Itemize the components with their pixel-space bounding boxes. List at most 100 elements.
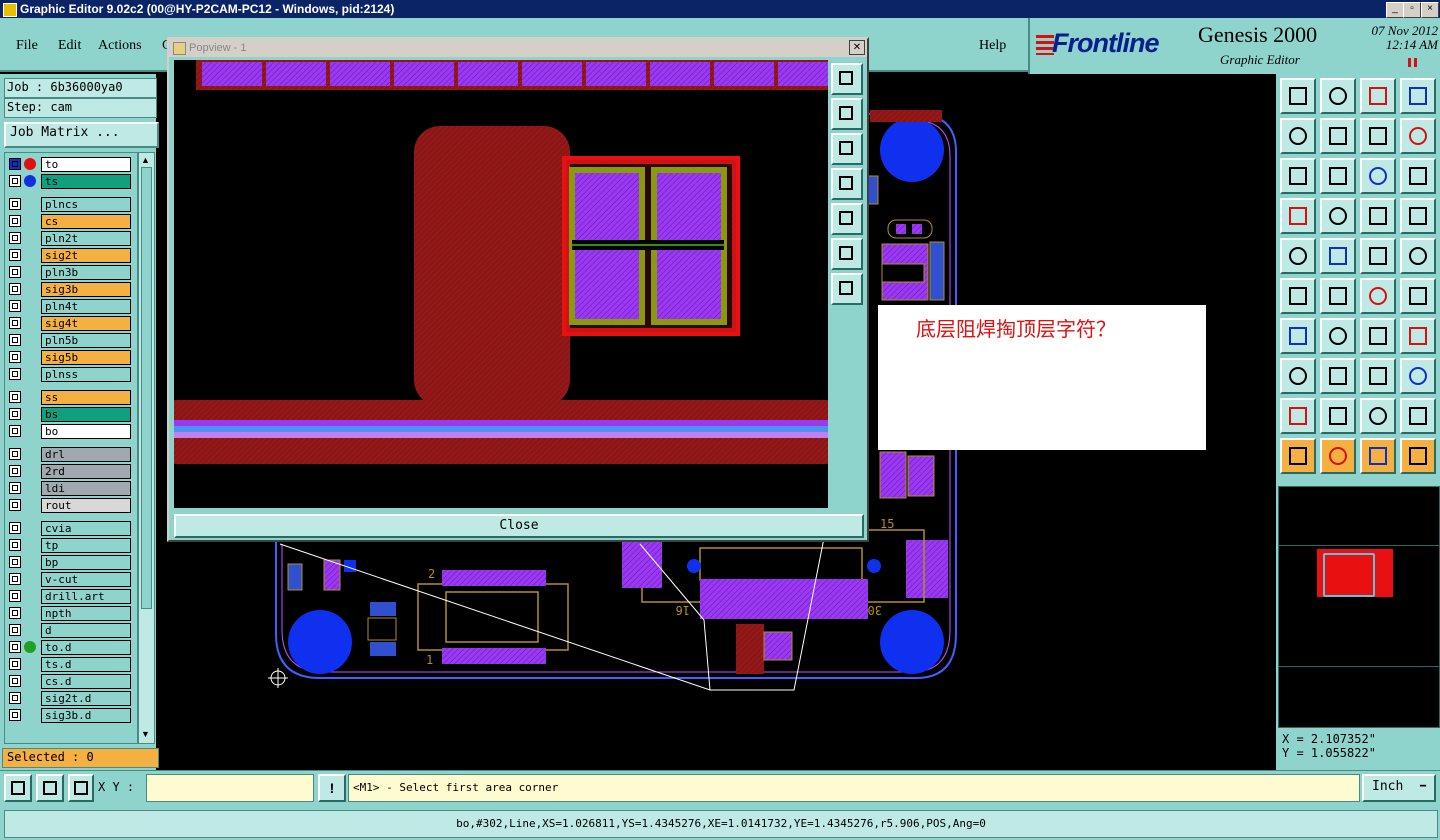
arrow-right-icon[interactable] xyxy=(1320,118,1356,154)
pan-icon[interactable] xyxy=(1320,158,1356,194)
layer-name[interactable]: ts xyxy=(41,174,131,189)
layer-name[interactable]: v-cut xyxy=(41,572,131,587)
select-pad-icon[interactable] xyxy=(1280,358,1316,394)
popview-title-bar[interactable]: Popview - 1 ✕ xyxy=(169,39,867,57)
layer-name[interactable]: sig5b xyxy=(41,350,131,365)
layer-name[interactable]: d xyxy=(41,623,131,638)
layer-name[interactable]: to xyxy=(41,157,131,172)
layer-list-scrollbar[interactable]: ▲ ▼ xyxy=(138,152,155,744)
layer-row[interactable]: pln4t xyxy=(9,299,131,314)
layer-name[interactable]: plncs xyxy=(41,197,131,212)
minimize-button[interactable]: _ xyxy=(1386,2,1404,18)
fit-icon[interactable] xyxy=(1360,358,1396,394)
layer-row[interactable]: bs xyxy=(9,407,131,422)
triangle-icon[interactable] xyxy=(1280,398,1316,434)
layer-checkbox[interactable] xyxy=(9,573,21,585)
layer-row[interactable]: rout xyxy=(9,498,131,513)
layer-row[interactable]: sig2t.d xyxy=(9,691,131,706)
layer-name[interactable]: bs xyxy=(41,407,131,422)
layer-name[interactable]: plnss xyxy=(41,367,131,382)
layer-checkbox[interactable] xyxy=(9,425,21,437)
job-matrix-button[interactable]: Job Matrix ... xyxy=(4,122,159,148)
layer-name[interactable]: sig2t xyxy=(41,248,131,263)
layer-name[interactable]: drl xyxy=(41,447,131,462)
scale-icon[interactable] xyxy=(1360,158,1396,194)
layer-checkbox[interactable] xyxy=(9,283,21,295)
layer-row[interactable]: cvia xyxy=(9,521,131,536)
layer-row[interactable]: bo xyxy=(9,424,131,439)
layers-icon[interactable] xyxy=(1360,198,1396,234)
angle-icon[interactable] xyxy=(1280,318,1316,354)
arrow-left-icon[interactable] xyxy=(1280,118,1316,154)
pad-tool-icon[interactable] xyxy=(1280,238,1316,274)
layer-row[interactable]: pln3b xyxy=(9,265,131,280)
layer-row[interactable]: sig3b.d xyxy=(9,708,131,723)
layer-row[interactable]: plncs xyxy=(9,197,131,212)
warning-icon[interactable]: ! xyxy=(318,774,346,802)
layer-checkbox[interactable] xyxy=(9,556,21,568)
layer-checkbox[interactable] xyxy=(9,175,21,187)
zoom-area-icon[interactable] xyxy=(1280,158,1316,194)
layer-row[interactable]: cs.d xyxy=(9,674,131,689)
arch-icon[interactable] xyxy=(1360,398,1396,434)
measure-tool-icon[interactable] xyxy=(1280,198,1316,234)
layer-checkbox[interactable] xyxy=(9,522,21,534)
rotate-icon[interactable] xyxy=(1360,318,1396,354)
layer-checkbox[interactable] xyxy=(9,391,21,403)
split-view-icon[interactable] xyxy=(1400,78,1436,114)
step-icon[interactable] xyxy=(1400,118,1436,154)
close-button[interactable]: Close xyxy=(174,514,864,538)
layer-name[interactable]: pln3b xyxy=(41,265,131,280)
zoom-area-icon[interactable] xyxy=(4,774,32,802)
layer-checkbox[interactable] xyxy=(9,317,21,329)
scroll-thumb[interactable] xyxy=(141,167,152,609)
pause-icon[interactable] xyxy=(1408,58,1418,67)
popview-canvas[interactable] xyxy=(174,60,828,508)
layer-checkbox[interactable] xyxy=(9,158,21,170)
layer-name[interactable]: bp xyxy=(41,555,131,570)
layer-row[interactable]: to xyxy=(9,157,131,172)
layer-row[interactable]: pln5b xyxy=(9,333,131,348)
layer-name[interactable]: cs xyxy=(41,214,131,229)
line-tool-icon[interactable] xyxy=(1320,238,1356,274)
window-title-bar[interactable]: Graphic Editor 9.02c2 (00@HY-P2CAM-PC12 … xyxy=(0,0,1440,18)
layer-name[interactable]: tp xyxy=(41,538,131,553)
layer-name[interactable]: ldi xyxy=(41,481,131,496)
pan-up-icon[interactable] xyxy=(831,98,863,130)
menu-help[interactable]: Help xyxy=(979,38,1006,54)
layers-alt-icon[interactable] xyxy=(1400,198,1436,234)
help-icon[interactable] xyxy=(1400,158,1436,194)
layer-name[interactable]: pln2t xyxy=(41,231,131,246)
layer-name[interactable]: ss xyxy=(41,390,131,405)
layer-row[interactable]: sig2t xyxy=(9,248,131,263)
layer-row[interactable]: ts.d xyxy=(9,657,131,672)
layer-row[interactable]: to.d xyxy=(9,640,131,655)
pan-right-icon[interactable] xyxy=(831,203,863,235)
zoom-out-icon[interactable] xyxy=(831,273,863,305)
layer-row[interactable]: pln2t xyxy=(9,231,131,246)
cross-icon[interactable] xyxy=(1320,278,1356,314)
layer-name[interactable]: sig4t xyxy=(41,316,131,331)
layer-checkbox[interactable] xyxy=(9,368,21,380)
layer-checkbox[interactable] xyxy=(9,198,21,210)
close-window-button[interactable]: × xyxy=(1421,2,1439,18)
zoom-fit-icon[interactable] xyxy=(1320,78,1356,114)
layer-checkbox[interactable] xyxy=(9,658,21,670)
group-icon[interactable] xyxy=(1400,358,1436,394)
connect-icon[interactable] xyxy=(1280,278,1316,314)
menu-file[interactable]: File xyxy=(16,38,38,54)
layer-row[interactable]: ss xyxy=(9,390,131,405)
route-icon[interactable] xyxy=(1400,438,1436,474)
pointer-box-icon[interactable] xyxy=(1320,438,1356,474)
triangle-alt-icon[interactable] xyxy=(1320,398,1356,434)
layer-row[interactable]: 2rd xyxy=(9,464,131,479)
zoom-in-icon[interactable] xyxy=(831,238,863,270)
zoom-home-icon[interactable] xyxy=(1280,78,1316,114)
layer-row[interactable]: drl xyxy=(9,447,131,462)
copy-icon[interactable] xyxy=(1400,278,1436,314)
layer-checkbox[interactable] xyxy=(9,641,21,653)
popview-close-icon[interactable]: ✕ xyxy=(849,40,865,55)
layer-row[interactable]: sig3b xyxy=(9,282,131,297)
layer-name[interactable]: to.d xyxy=(41,640,131,655)
layer-checkbox[interactable] xyxy=(9,590,21,602)
